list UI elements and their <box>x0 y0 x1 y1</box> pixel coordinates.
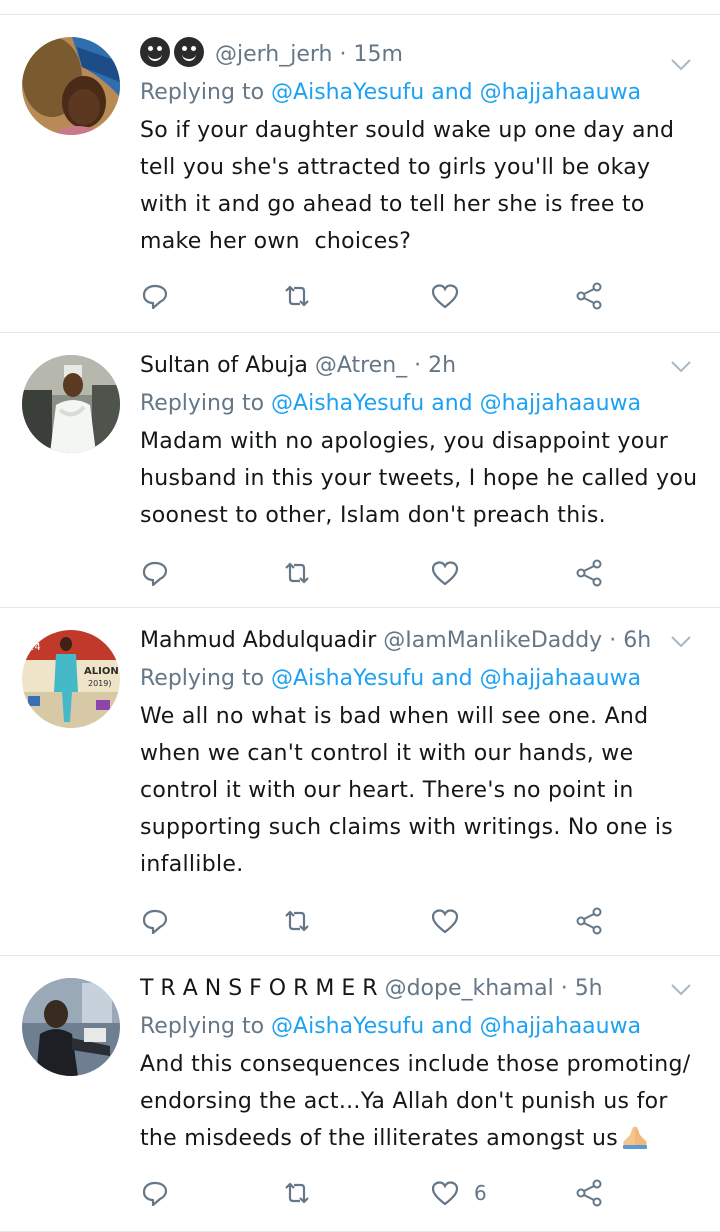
retweet-icon <box>285 285 309 307</box>
share-icon <box>576 282 602 310</box>
display-name[interactable]: Mahmud Abdulquadir <box>140 628 376 653</box>
tweet[interactable]: T R A N S F O R M E R @dope_khamal · 5h … <box>0 956 720 1232</box>
timestamp[interactable]: 2h <box>428 353 456 378</box>
tweet-header: @jerh_jerh · 15m <box>140 37 698 70</box>
mention-link[interactable]: @hajjahaauwa <box>480 80 641 105</box>
replying-to: Replying to @AishaYesufu and @hajjahaauw… <box>140 391 642 416</box>
folded-hands-emoji <box>622 1127 647 1149</box>
replying-to: Replying to @AishaYesufu and @hajjahaauw… <box>140 666 642 691</box>
like-button[interactable] <box>430 281 460 311</box>
tweet-actions <box>140 906 620 936</box>
top-divider <box>0 0 720 15</box>
tweet-text: So if your daughter sould wake up one da… <box>140 118 675 254</box>
share-button[interactable] <box>574 281 604 311</box>
retweet-button[interactable] <box>282 906 312 936</box>
share-icon <box>576 1179 602 1207</box>
tweet-text: Madam with no apologies, you disappoint … <box>140 429 698 528</box>
avatar-banner-text: 14 <box>28 642 41 653</box>
display-name[interactable]: Sultan of Abuja <box>140 353 308 378</box>
like-button[interactable] <box>430 906 460 936</box>
heart-icon <box>431 561 459 586</box>
avatar[interactable] <box>22 978 120 1076</box>
tweet-header: T R A N S F O R M E R @dope_khamal · 5h <box>140 976 603 1001</box>
tweet-actions <box>140 558 620 588</box>
mention-link[interactable]: @AishaYesufu <box>271 666 424 691</box>
tweet-text: And this consequences include those prom… <box>140 1052 691 1151</box>
share-icon <box>576 559 602 587</box>
like-button[interactable]: 6 <box>430 1178 487 1208</box>
avatar-banner-text: ALION <box>84 666 119 677</box>
timestamp[interactable]: 6h <box>623 628 651 653</box>
chevron-down-icon[interactable] <box>670 359 692 381</box>
user-handle[interactable]: @jerh_jerh <box>215 42 333 67</box>
tweet-header: Mahmud Abdulquadir @IamManlikeDaddy · 6h <box>140 628 652 653</box>
user-handle[interactable]: @IamManlikeDaddy <box>383 628 602 653</box>
retweet-button[interactable] <box>282 1178 312 1208</box>
reply-icon <box>142 284 168 310</box>
reply-button[interactable] <box>140 558 170 588</box>
mention-link[interactable]: @AishaYesufu <box>271 80 424 105</box>
avatar[interactable] <box>22 355 120 453</box>
retweet-button[interactable] <box>282 281 312 311</box>
reply-icon <box>142 909 168 935</box>
mention-link[interactable]: @hajjahaauwa <box>480 666 641 691</box>
avatar[interactable]: 14 ALION 2019) <box>22 630 120 728</box>
replying-to: Replying to @AishaYesufu and @hajjahaauw… <box>140 1014 642 1039</box>
avatar-banner-text: 2019) <box>88 679 111 688</box>
retweet-icon <box>285 562 309 584</box>
heart-icon <box>431 1181 459 1206</box>
timestamp[interactable]: 15m <box>354 42 403 67</box>
mention-link[interactable]: @AishaYesufu <box>271 1014 424 1039</box>
reply-button[interactable] <box>140 906 170 936</box>
like-button[interactable] <box>430 558 460 588</box>
tweet[interactable]: Sultan of Abuja @Atren_ · 2h Replying to… <box>0 333 720 608</box>
reply-icon <box>142 561 168 587</box>
avatar[interactable] <box>22 37 120 135</box>
chevron-down-icon[interactable] <box>670 982 692 1004</box>
mention-link[interactable]: @AishaYesufu <box>271 391 424 416</box>
share-icon <box>576 907 602 935</box>
retweet-icon <box>285 1182 309 1204</box>
tweet[interactable]: @jerh_jerh · 15m Replying to @AishaYesuf… <box>0 15 720 333</box>
mention-link[interactable]: @hajjahaauwa <box>480 391 641 416</box>
tweet-actions <box>140 281 620 311</box>
chevron-down-icon[interactable] <box>670 634 692 656</box>
smiling-face-emoji <box>174 37 204 67</box>
share-button[interactable] <box>574 558 604 588</box>
user-handle[interactable]: @Atren_ <box>315 353 407 378</box>
smiling-face-emoji <box>140 37 170 67</box>
tweet-text: We all no what is bad when will see one.… <box>140 704 674 877</box>
user-handle[interactable]: @dope_khamal <box>385 976 554 1001</box>
replying-to: Replying to @AishaYesufu and @hajjahaauw… <box>140 80 642 105</box>
timestamp[interactable]: 5h <box>575 976 603 1001</box>
retweet-button[interactable] <box>282 558 312 588</box>
mention-link[interactable]: @hajjahaauwa <box>480 1014 641 1039</box>
display-name[interactable]: T R A N S F O R M E R <box>140 976 378 1001</box>
reply-button[interactable] <box>140 1178 170 1208</box>
share-button[interactable] <box>574 906 604 936</box>
tweet-header: Sultan of Abuja @Atren_ · 2h <box>140 353 457 378</box>
heart-icon <box>431 284 459 309</box>
heart-icon <box>431 909 459 934</box>
retweet-icon <box>285 910 309 932</box>
tweet-actions: 6 <box>140 1178 620 1208</box>
like-count: 6 <box>474 1181 487 1205</box>
share-button[interactable] <box>574 1178 604 1208</box>
reply-icon <box>142 1181 168 1207</box>
tweet[interactable]: 14 ALION 2019) Mahmud Abdulquadir @IamMa… <box>0 608 720 956</box>
reply-button[interactable] <box>140 281 170 311</box>
chevron-down-icon[interactable] <box>670 57 692 79</box>
